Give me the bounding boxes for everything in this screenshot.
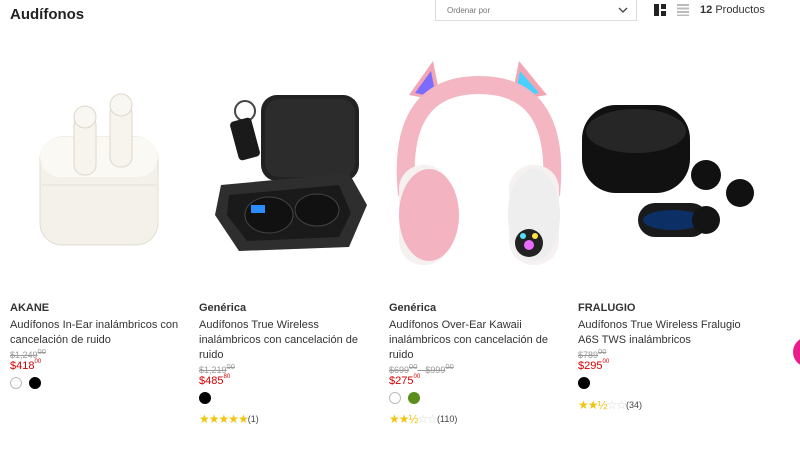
current-price: $48580 <box>199 374 231 387</box>
swatch-white[interactable] <box>10 377 22 389</box>
page-title: Audífonos <box>10 6 85 23</box>
product-name[interactable]: Audífonos True Wireless inalámbricos con… <box>199 318 379 363</box>
swatch-black[interactable] <box>199 392 211 404</box>
current-price: $41800 <box>10 359 42 372</box>
swatch-green[interactable] <box>408 392 420 404</box>
swatch-white[interactable] <box>389 392 401 404</box>
product-card[interactable]: FRALUGIO Audífonos True Wireless Fralugi… <box>578 55 760 412</box>
rating-count: (1) <box>247 414 259 424</box>
color-swatches <box>389 392 420 404</box>
color-swatches <box>10 377 41 389</box>
grid-view-icon[interactable] <box>654 4 666 16</box>
swatch-black[interactable] <box>29 377 41 389</box>
price-block: $1,24900 $41800 <box>10 347 46 372</box>
sort-placeholder: Ordenar por <box>447 5 491 15</box>
color-swatches <box>578 377 590 389</box>
product-image[interactable] <box>389 55 571 275</box>
product-count-label: Productos <box>715 4 765 16</box>
product-name[interactable]: Audífonos In-Ear inalámbricos con cancel… <box>10 318 190 348</box>
product-card[interactable]: Genérica Audífonos True Wireless inalámb… <box>199 55 381 426</box>
product-rating: ★★½☆☆ (34) <box>578 398 642 412</box>
list-view-icon[interactable] <box>677 4 689 16</box>
current-price: $29500 <box>578 359 610 372</box>
rating-count: (110) <box>437 414 458 424</box>
product-brand: Genérica <box>199 302 247 314</box>
product-count: 12 Productos <box>700 4 765 16</box>
price-block: $69900 - $99900 $27500 <box>389 362 454 387</box>
product-card[interactable]: Genérica Audífonos Over-Ear Kawaii inalá… <box>389 55 571 426</box>
swatch-black[interactable] <box>578 377 590 389</box>
product-rating: ★★½☆☆ (110) <box>389 412 457 426</box>
old-price: $69900 - $99900 <box>389 362 454 375</box>
product-image[interactable] <box>199 55 381 275</box>
rating-stars: ★★★★★ <box>199 412 249 426</box>
rating-stars: ★★½☆☆ <box>389 412 438 426</box>
product-rating: ★★★★★ (1) <box>199 412 259 426</box>
product-count-number: 12 <box>700 4 713 16</box>
product-card[interactable]: AKANE Audífonos In-Ear inalámbricos con … <box>10 55 192 389</box>
product-name[interactable]: Audífonos Over-Ear Kawaii inalámbricos c… <box>389 318 569 363</box>
price-block: $78900 $29500 <box>578 347 609 372</box>
color-swatches <box>199 392 211 404</box>
chat-button[interactable] <box>793 337 800 367</box>
product-brand: AKANE <box>10 302 50 314</box>
price-block: $1,21900 $48580 <box>199 362 235 387</box>
rating-stars: ★★½☆☆ <box>578 398 627 412</box>
sort-dropdown[interactable]: Ordenar por <box>435 0 637 21</box>
product-name[interactable]: Audífonos True Wireless Fralugio A6S TWS… <box>578 318 758 348</box>
chevron-down-icon <box>618 7 628 13</box>
current-price: $27500 <box>389 374 421 387</box>
product-brand: Genérica <box>389 302 437 314</box>
product-image[interactable] <box>10 55 192 275</box>
rating-count: (34) <box>626 400 643 410</box>
product-image[interactable] <box>578 55 760 275</box>
product-brand: FRALUGIO <box>578 302 636 314</box>
